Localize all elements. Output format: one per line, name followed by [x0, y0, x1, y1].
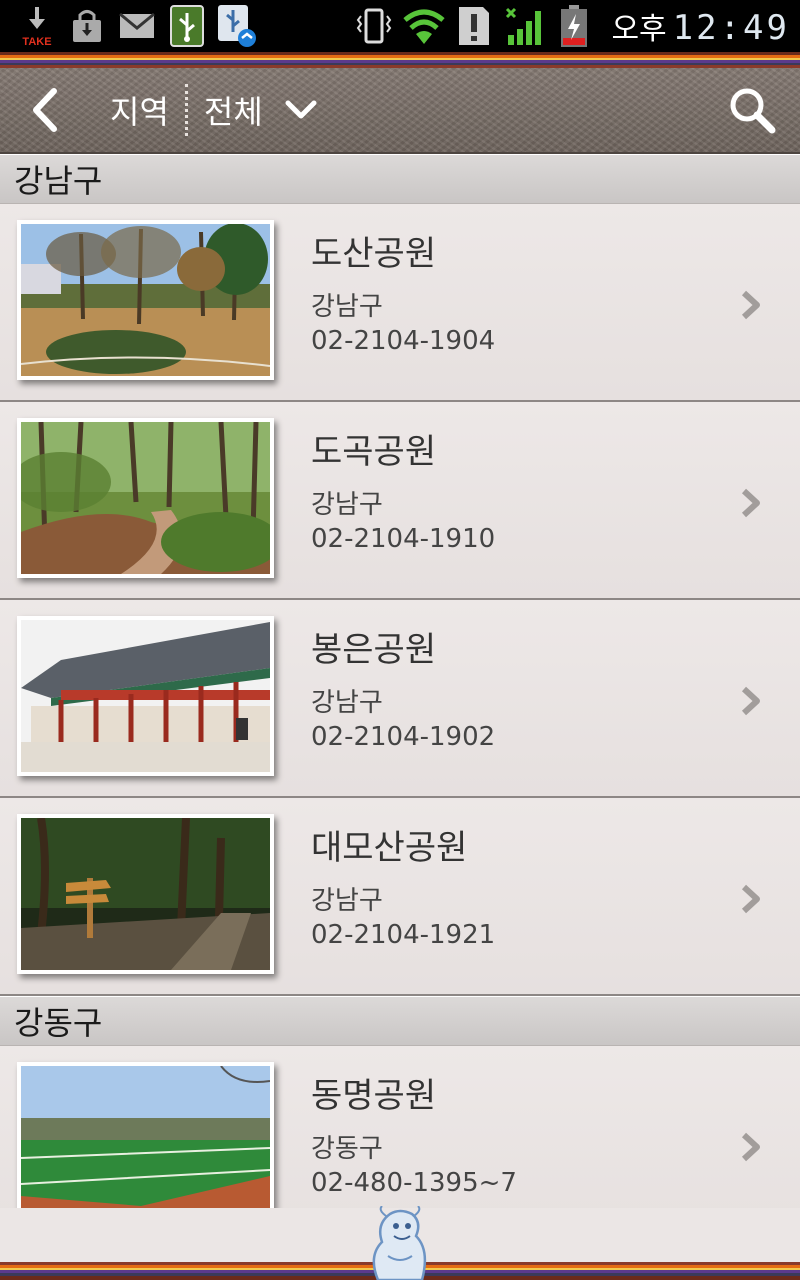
park-photo-dogok: [21, 422, 270, 574]
download-take-icon: TAKE: [12, 0, 62, 52]
chevron-right-icon: [741, 488, 760, 518]
wifi-icon: [399, 0, 449, 52]
park-photo-daemosan: [21, 818, 270, 970]
take-label: TAKE: [22, 36, 51, 48]
park-district: 강남구: [311, 886, 383, 916]
park-thumbnail: [17, 220, 274, 380]
status-bar: TAKE 오후 12:49: [0, 0, 800, 52]
park-list[interactable]: 강남구 도산공원 강남구 02-2104-1904 도곡공원 강남구 02-21…: [0, 154, 800, 1208]
park-thumbnail: [17, 616, 274, 776]
chevron-right-icon: [741, 1132, 760, 1162]
decorative-stripe-top: [0, 52, 800, 68]
park-thumbnail: [17, 418, 274, 578]
search-icon: [730, 88, 776, 134]
park-name: 대모산공원: [311, 828, 468, 868]
list-item[interactable]: 대모산공원 강남구 02-2104-1921: [0, 798, 800, 996]
park-phone: 02-2104-1910: [311, 524, 496, 554]
app-header: 지역 전체: [0, 68, 800, 154]
region-label: 지역: [110, 93, 169, 131]
park-district: 강남구: [311, 688, 383, 718]
section-header-gangdong: 강동구: [0, 996, 800, 1046]
park-photo-dongmyeong: [21, 1066, 270, 1208]
park-district: 강남구: [311, 292, 383, 322]
park-district: 강동구: [311, 1134, 383, 1164]
list-item[interactable]: 봉은공원 강남구 02-2104-1902: [0, 600, 800, 798]
clock-ampm: 오후: [611, 12, 667, 47]
park-thumbnail: [17, 814, 274, 974]
gmail-icon: [112, 0, 162, 52]
clock-time: 12:49: [672, 8, 790, 48]
park-phone: 02-480-1395~7: [311, 1168, 517, 1198]
signal-icon: [499, 0, 549, 52]
park-photo-dosan: [21, 224, 270, 376]
park-photo-bongeun: [21, 620, 270, 772]
park-phone: 02-2104-1902: [311, 722, 496, 752]
chevron-right-icon: [741, 290, 760, 320]
park-name: 도산공원: [311, 234, 437, 274]
park-phone: 02-2104-1904: [311, 326, 496, 356]
download-bag-icon: [62, 0, 112, 52]
list-item[interactable]: 도산공원 강남구 02-2104-1904: [0, 204, 800, 402]
list-item[interactable]: 동명공원 강동구 02-480-1395~7: [0, 1046, 800, 1208]
park-name: 봉은공원: [311, 630, 437, 670]
park-thumbnail: [17, 1062, 274, 1208]
vibrate-icon: [349, 0, 399, 52]
park-name: 도곡공원: [311, 432, 437, 472]
park-district: 강남구: [311, 490, 383, 520]
alert-icon: [449, 0, 499, 52]
haechi-mascot-icon: [372, 1206, 427, 1280]
section-header-gangnam: 강남구: [0, 154, 800, 204]
header-divider: [184, 84, 188, 136]
region-dropdown-value: 전체: [203, 93, 263, 131]
list-item[interactable]: 도곡공원 강남구 02-2104-1910: [0, 402, 800, 600]
park-phone: 02-2104-1921: [311, 920, 496, 950]
usb-debug-icon: [212, 0, 262, 52]
chevron-left-icon: [33, 88, 57, 132]
chevron-right-icon: [741, 884, 760, 914]
usb-icon: [162, 0, 212, 52]
park-name: 동명공원: [311, 1076, 437, 1116]
search-button[interactable]: [704, 67, 800, 153]
battery-charging-icon: [549, 0, 599, 52]
chevron-right-icon: [741, 686, 760, 716]
back-button[interactable]: [0, 67, 90, 153]
chevron-down-icon: [285, 100, 317, 119]
region-dropdown[interactable]: 전체: [204, 87, 317, 133]
